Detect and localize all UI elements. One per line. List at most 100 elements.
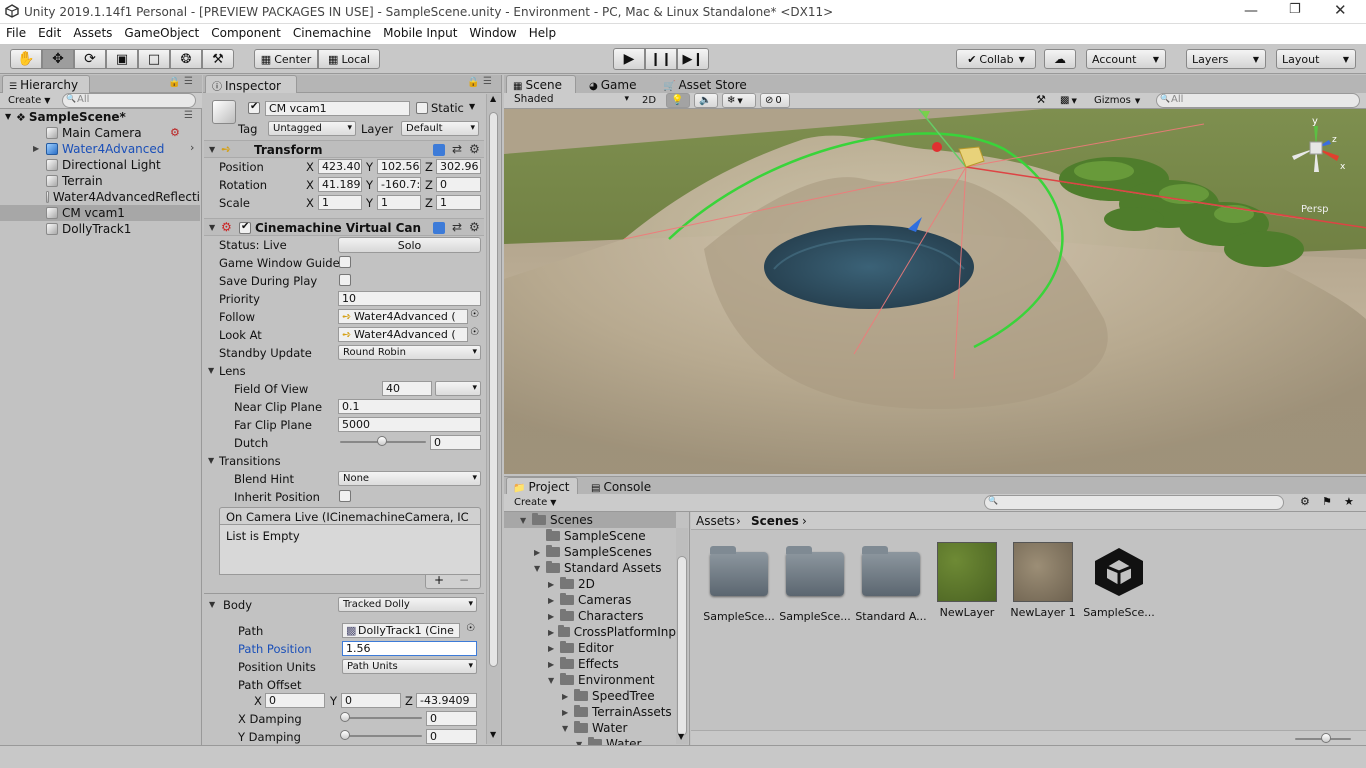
- folder-tree-item[interactable]: ▼ Environment: [504, 672, 676, 688]
- 2d-toggle[interactable]: 2D: [638, 93, 660, 108]
- tab-game[interactable]: ◕ Game: [582, 75, 652, 93]
- scene-gizmo-widget[interactable]: y z x: [1284, 114, 1354, 184]
- far-clip-field[interactable]: 5000: [338, 417, 481, 432]
- near-clip-field[interactable]: 0.1: [338, 399, 481, 414]
- object-picker-icon[interactable]: ☉: [470, 309, 479, 320]
- fold-closed-icon[interactable]: ▶: [548, 660, 560, 669]
- transform-header[interactable]: ▼ ➺ Transform ⇄ ⚙: [204, 140, 484, 158]
- y-damping-slider-handle[interactable]: [340, 730, 350, 740]
- restore-icon[interactable]: ❐: [1289, 2, 1301, 17]
- folder-tree-item[interactable]: SampleScene: [504, 528, 676, 544]
- scene-viewport[interactable]: y z x Persp: [504, 109, 1366, 474]
- gizmos-dropdown[interactable]: Gizmos ▼: [1090, 93, 1146, 108]
- standby-dropdown[interactable]: Round Robin: [338, 345, 481, 360]
- fold-open-icon[interactable]: ▼: [209, 145, 215, 154]
- hierarchy-item-selected[interactable]: CM vcam1: [0, 205, 200, 221]
- solo-button[interactable]: Solo: [338, 237, 481, 253]
- fold-open-icon[interactable]: ▼: [208, 366, 214, 375]
- fold-closed-icon[interactable]: ▶: [548, 596, 560, 605]
- presets-icon[interactable]: ⇄: [452, 220, 462, 234]
- folder-tree-item[interactable]: ▼ Scenes: [504, 512, 676, 528]
- fold-closed-icon[interactable]: ▶: [548, 580, 560, 589]
- fold-closed-icon[interactable]: ▶: [562, 708, 574, 717]
- search-by-type-icon[interactable]: ⚙: [1300, 495, 1310, 508]
- position-z-field[interactable]: 302.96: [436, 159, 481, 174]
- path-offset-z-field[interactable]: -43.9409: [416, 693, 477, 708]
- scene-search-input[interactable]: All: [1156, 93, 1360, 108]
- scale-tool-button[interactable]: ▣: [106, 49, 138, 69]
- active-checkbox[interactable]: [248, 101, 260, 114]
- blend-hint-dropdown[interactable]: None: [338, 471, 481, 486]
- asset-item[interactable]: SampleSce...: [779, 542, 851, 623]
- rect-tool-button[interactable]: □: [138, 49, 170, 69]
- fold-closed-icon[interactable]: ▶: [548, 612, 560, 621]
- position-y-field[interactable]: 102.56: [377, 159, 421, 174]
- folder-tree-item[interactable]: ▶ SpeedTree: [504, 688, 676, 704]
- asset-item[interactable]: Standard A...: [855, 542, 927, 623]
- fold-open-icon[interactable]: ▼: [5, 112, 11, 121]
- folder-tree-item[interactable]: ▼ Water: [504, 736, 676, 745]
- path-field[interactable]: ▩ DollyTrack1 (Cine: [342, 623, 460, 638]
- folder-tree-item[interactable]: ▶ SampleScenes: [504, 544, 676, 560]
- x-damping-field[interactable]: 0: [426, 711, 477, 726]
- persp-label[interactable]: Persp: [1301, 204, 1329, 215]
- project-create-button[interactable]: Create ▼: [510, 495, 564, 510]
- menu-assets[interactable]: Assets: [67, 24, 118, 40]
- menu-file[interactable]: File: [0, 24, 32, 40]
- tab-asset-store[interactable]: 🛒 Asset Store: [656, 75, 752, 93]
- hierarchy-item[interactable]: Terrain: [0, 173, 200, 189]
- tab-hierarchy[interactable]: ☰ Hierarchy: [2, 75, 90, 93]
- scroll-up-icon[interactable]: ▲: [490, 94, 496, 103]
- inherit-position-checkbox[interactable]: [339, 490, 351, 502]
- fold-open-icon[interactable]: ▼: [209, 223, 215, 232]
- asset-item[interactable]: NewLayer 1: [1007, 542, 1079, 619]
- asset-item[interactable]: SampleSce...: [1083, 542, 1155, 619]
- lock-icon[interactable]: 🔒: [467, 77, 479, 88]
- fold-open-icon[interactable]: ▼: [534, 564, 546, 573]
- icon-size-slider-handle[interactable]: [1321, 733, 1331, 743]
- hidden-objects-toggle[interactable]: ⊘ 0: [760, 93, 790, 108]
- y-damping-slider-track[interactable]: [344, 735, 422, 737]
- inspector-scrollbar[interactable]: ▲ ▼: [486, 94, 500, 744]
- shading-mode-dropdown[interactable]: Shaded: [510, 93, 632, 108]
- fold-closed-icon[interactable]: ▶: [562, 692, 574, 701]
- move-tool-button[interactable]: ✥: [42, 49, 74, 69]
- menu-cinemachine[interactable]: Cinemachine: [287, 24, 377, 40]
- inspector-scroll-thumb[interactable]: [489, 112, 498, 667]
- priority-field[interactable]: 10: [338, 291, 481, 306]
- fold-closed-icon[interactable]: ▶: [548, 628, 558, 637]
- presets-icon[interactable]: ⇄: [452, 142, 462, 156]
- layers-dropdown[interactable]: Layers ▼: [1186, 49, 1266, 69]
- tree-scroll-thumb[interactable]: [677, 556, 687, 736]
- effects-dropdown[interactable]: ❄ ▼: [722, 93, 756, 108]
- save-during-play-checkbox[interactable]: [339, 274, 351, 286]
- folder-tree-item[interactable]: ▼ Water: [504, 720, 676, 736]
- pivot-center-button[interactable]: ▦ Center: [254, 49, 318, 69]
- folder-tree-item[interactable]: ▶ Effects: [504, 656, 676, 672]
- close-icon[interactable]: ✕: [1334, 1, 1347, 19]
- static-checkbox[interactable]: [416, 102, 428, 114]
- folder-tree-item[interactable]: ▼ Standard Assets: [504, 560, 676, 576]
- menu-help[interactable]: Help: [523, 24, 562, 40]
- asset-item[interactable]: NewLayer: [931, 542, 1003, 619]
- x-damping-slider-handle[interactable]: [340, 712, 350, 722]
- camera-settings-dropdown[interactable]: ▩ ▼: [1056, 93, 1086, 108]
- lighting-toggle[interactable]: 💡: [666, 93, 690, 108]
- scene-render[interactable]: [504, 109, 1366, 474]
- hierarchy-item[interactable]: Directional Light: [0, 157, 200, 173]
- scroll-down-icon[interactable]: ▼: [490, 730, 496, 739]
- lens-foldout[interactable]: Lens: [219, 364, 246, 378]
- tab-project[interactable]: 📁 Project: [506, 477, 578, 495]
- tree-scrollbar[interactable]: ▼: [676, 528, 688, 744]
- fold-closed-icon[interactable]: ▶: [548, 644, 560, 653]
- hierarchy-create-button[interactable]: Create ▼: [4, 93, 58, 108]
- layer-dropdown[interactable]: Default: [401, 121, 479, 136]
- scale-x-field[interactable]: 1: [318, 195, 362, 210]
- collab-dropdown[interactable]: ✔ Collab ▼: [956, 49, 1036, 69]
- breadcrumb-assets[interactable]: Assets: [696, 514, 735, 528]
- tag-dropdown[interactable]: Untagged: [268, 121, 356, 136]
- hierarchy-search-input[interactable]: All: [62, 93, 196, 108]
- add-event-button[interactable]: +: [434, 573, 444, 587]
- dutch-field[interactable]: 0: [430, 435, 481, 450]
- folder-tree-item[interactable]: ▶ Cameras: [504, 592, 676, 608]
